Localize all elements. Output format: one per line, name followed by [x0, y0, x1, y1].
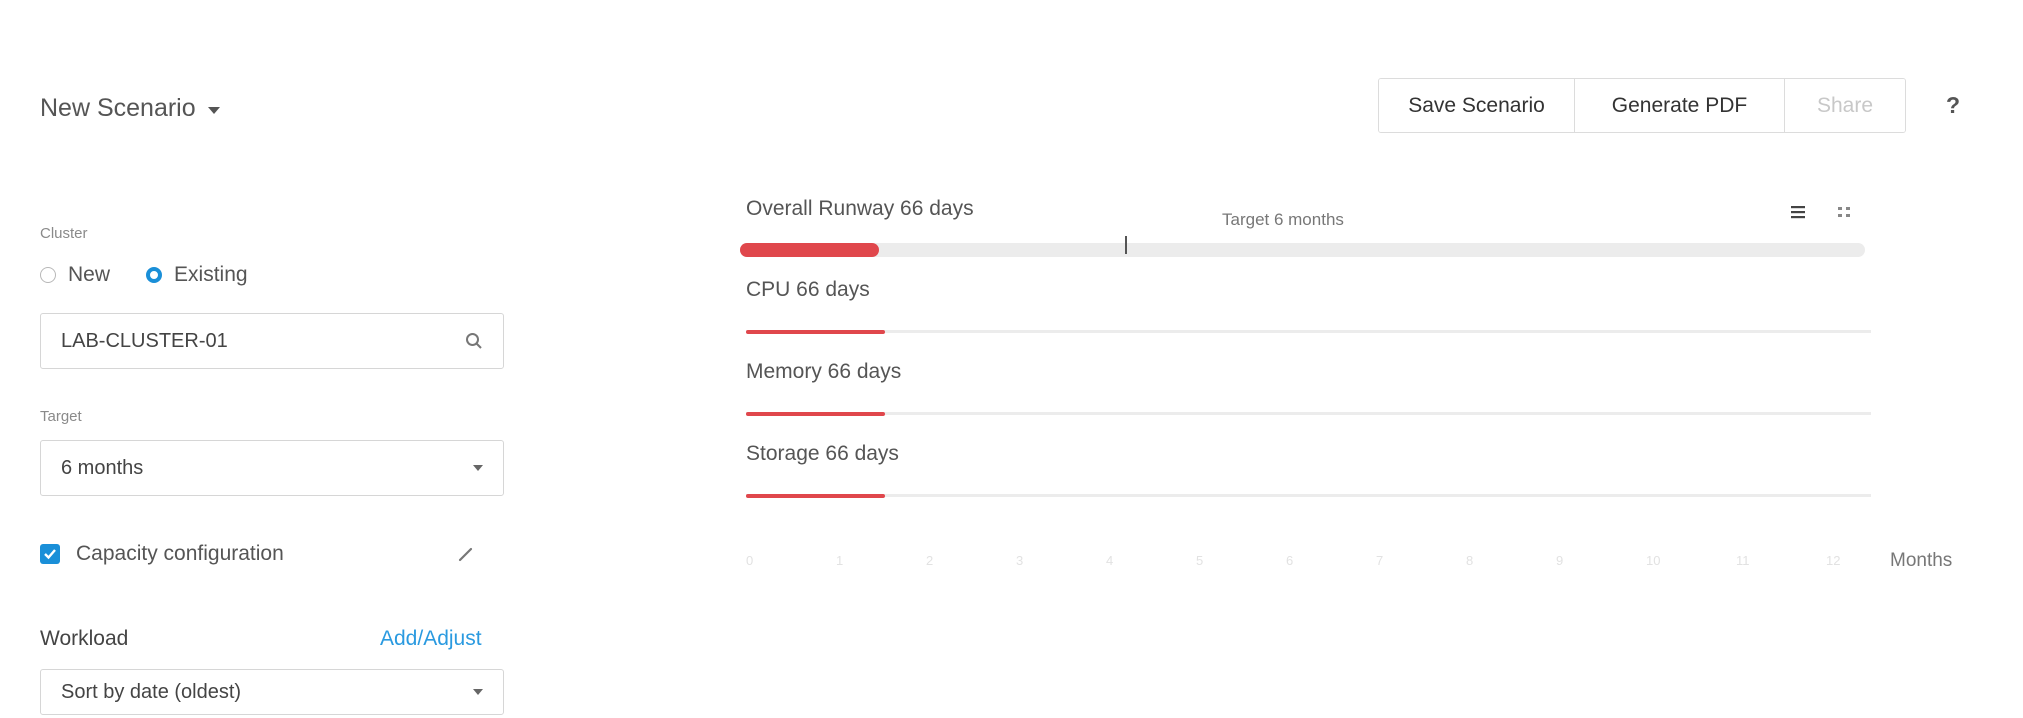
runway-row-label: Overall Runway 66 days	[746, 197, 974, 220]
grid-view-icon[interactable]	[1836, 204, 1852, 225]
share-button[interactable]: Share	[1785, 79, 1905, 132]
axis-tick-label: 7	[1376, 553, 1384, 568]
axis-tick-label: 3	[1016, 553, 1024, 568]
runway-track	[746, 330, 1871, 333]
chevron-down-icon	[473, 689, 483, 695]
axis-tick-label: 12	[1826, 553, 1841, 568]
runway-row-label: Memory 66 days	[746, 360, 902, 383]
runway-row-label: CPU 66 days	[746, 278, 870, 301]
save-scenario-button[interactable]: Save Scenario	[1379, 79, 1575, 132]
cluster-new-label: New	[68, 263, 111, 286]
axis-tick-label: 0	[746, 553, 754, 568]
axis-tick-label: 11	[1736, 553, 1750, 568]
axis-tick-label: 8	[1466, 553, 1474, 568]
checkbox-checked-icon[interactable]	[40, 544, 60, 564]
caret-down-icon	[207, 106, 220, 114]
workload-sort-select[interactable]: Sort by date (oldest)	[40, 669, 504, 715]
cluster-label: Cluster	[40, 225, 88, 242]
runway-bar	[746, 412, 885, 416]
page: New Scenario Save Scenario Generate PDF …	[0, 0, 2023, 718]
view-toggle	[1790, 204, 1852, 225]
axis-unit-label: Months	[1890, 550, 1953, 571]
runway-track	[746, 412, 1871, 415]
axis-tick-label: 5	[1196, 553, 1204, 568]
capacity-config-label: Capacity configuration	[76, 542, 284, 565]
action-toolbar: Save Scenario Generate PDF Share	[1378, 78, 1906, 133]
runway-track	[740, 243, 1865, 257]
capacity-config-row: Capacity configuration	[40, 542, 284, 566]
workload-sort-value: Sort by date (oldest)	[61, 680, 242, 703]
list-view-icon[interactable]	[1790, 204, 1806, 225]
target-marker-label: Target 6 months	[1222, 210, 1344, 229]
target-select[interactable]: 6 months	[40, 440, 504, 496]
axis-tick-label: 10	[1646, 553, 1661, 568]
scenario-title: New Scenario	[40, 94, 196, 122]
runway-track	[746, 494, 1871, 497]
axis-tick-label: 2	[926, 553, 934, 568]
runway-bar	[746, 494, 885, 498]
runway-chart: Overall Runway 66 days CPU 66 days Memor…	[740, 190, 1980, 590]
generate-pdf-button[interactable]: Generate PDF	[1575, 79, 1785, 132]
cluster-search-value: LAB-CLUSTER-01	[61, 329, 228, 352]
pencil-icon[interactable]	[456, 544, 476, 569]
cluster-new-radio[interactable]: New	[40, 263, 110, 287]
runway-row-label: Storage 66 days	[746, 442, 899, 465]
target-marker	[1125, 236, 1127, 254]
cluster-search-input[interactable]: LAB-CLUSTER-01	[40, 313, 504, 369]
help-icon[interactable]: ?	[1946, 92, 1960, 119]
axis-tick-label: 4	[1106, 553, 1114, 568]
chevron-down-icon	[473, 465, 483, 471]
axis-tick-label: 1	[836, 553, 844, 568]
runway-bar	[746, 330, 885, 334]
axis-tick-label: 9	[1556, 553, 1564, 568]
axis-tick-label: 6	[1286, 553, 1294, 568]
target-label: Target	[40, 408, 82, 425]
target-select-value: 6 months	[61, 456, 144, 479]
radio-checked-icon	[146, 267, 163, 283]
add-adjust-link[interactable]: Add/Adjust	[380, 627, 482, 651]
workload-label: Workload	[40, 627, 129, 650]
search-icon[interactable]	[465, 332, 483, 350]
cluster-radio-group: New Existing	[40, 263, 248, 287]
cluster-existing-label: Existing	[174, 263, 248, 286]
cluster-existing-radio[interactable]: Existing	[146, 263, 248, 287]
runway-bar	[740, 243, 879, 257]
radio-unchecked-icon	[40, 267, 56, 283]
scenario-selector[interactable]: New Scenario	[40, 94, 220, 123]
